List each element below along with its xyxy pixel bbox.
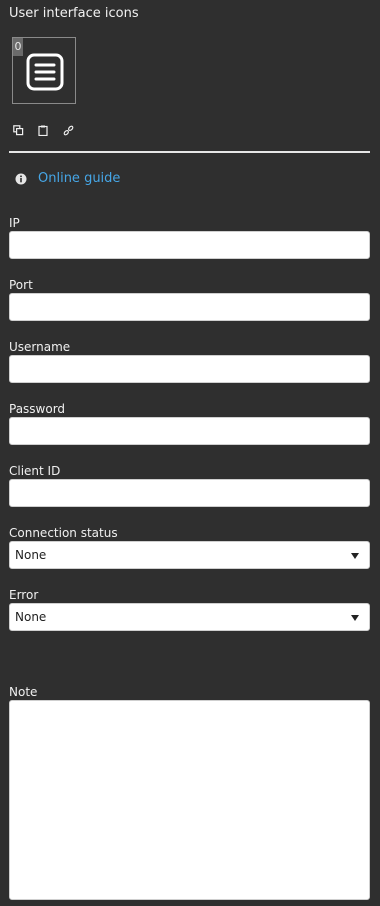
- password-label: Password: [9, 402, 66, 416]
- info-icon: [15, 173, 27, 184]
- online-guide: Online guide: [15, 171, 120, 186]
- online-guide-link[interactable]: Online guide: [38, 171, 120, 186]
- username-label: Username: [9, 340, 71, 354]
- client-id-label: Client ID: [9, 464, 61, 478]
- menu-lines-icon: [26, 53, 64, 91]
- icon-toolbar: [12, 124, 74, 136]
- chevron-down-icon: [351, 553, 359, 559]
- icon-index-badge: 0: [13, 38, 23, 56]
- section-title: User interface icons: [9, 6, 139, 21]
- ip-label: IP: [9, 216, 20, 230]
- divider: [9, 151, 370, 153]
- paste-icon[interactable]: [37, 124, 49, 136]
- connection-status-label: Connection status: [9, 526, 118, 540]
- link-icon[interactable]: [62, 124, 74, 136]
- port-label: Port: [9, 278, 33, 292]
- copy-icon[interactable]: [12, 124, 24, 136]
- ip-input[interactable]: [9, 231, 370, 259]
- note-textarea[interactable]: [9, 700, 370, 900]
- ui-icon-tile[interactable]: 0: [12, 37, 76, 104]
- username-input[interactable]: [9, 355, 370, 383]
- client-id-input[interactable]: [9, 479, 370, 507]
- error-select[interactable]: None: [9, 603, 370, 631]
- connection-status-select[interactable]: None: [9, 541, 370, 569]
- error-label: Error: [9, 588, 39, 602]
- note-label: Note: [9, 685, 38, 699]
- connection-status-value: None: [15, 548, 47, 562]
- chevron-down-icon: [351, 615, 359, 621]
- error-value: None: [15, 610, 47, 624]
- port-input[interactable]: [9, 293, 370, 321]
- password-input[interactable]: [9, 417, 370, 445]
